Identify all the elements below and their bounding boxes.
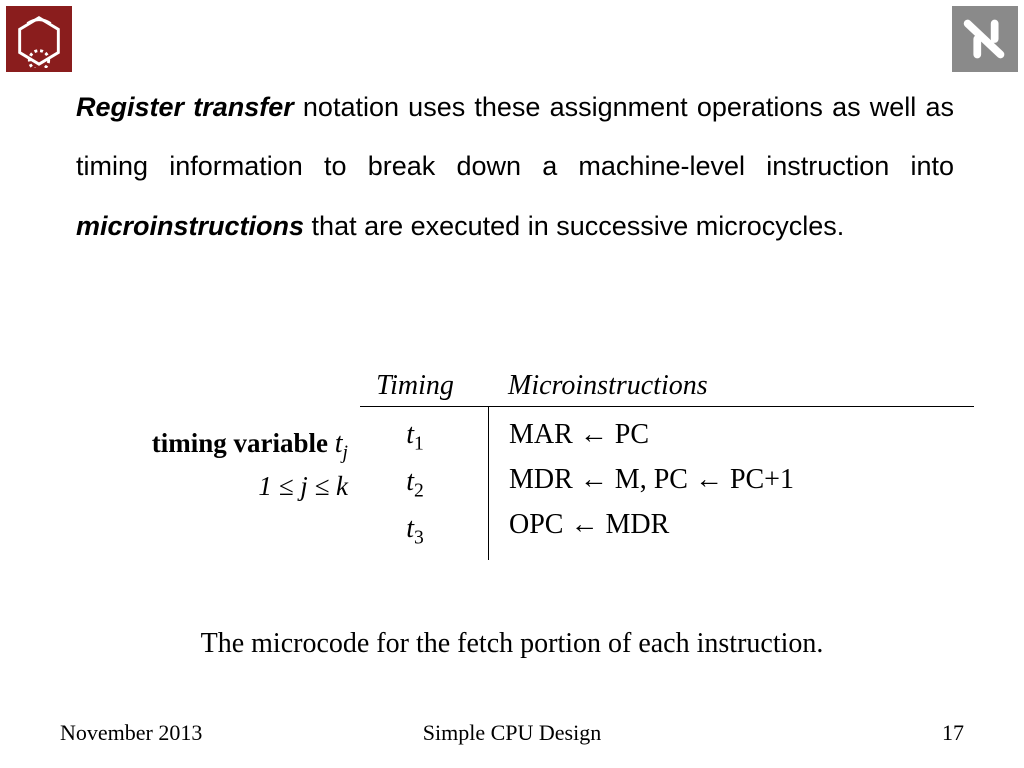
- t1: t1: [360, 413, 470, 460]
- tv-sub: j: [343, 443, 348, 464]
- micro-1: MAR ← PC: [509, 413, 974, 458]
- tv-range: 1 ≤ j ≤ k: [50, 471, 348, 502]
- figure-caption: The microcode for the fetch portion of e…: [0, 628, 1024, 660]
- tv-label: timing variable: [152, 428, 335, 458]
- tv-var: t: [335, 428, 343, 459]
- slide: Register transfer notation uses these as…: [0, 0, 1024, 768]
- term-register-transfer: Register transfer: [76, 92, 294, 122]
- body-paragraph: Register transfer notation uses these as…: [76, 78, 954, 256]
- t2: t2: [360, 460, 470, 507]
- col-microinstructions: MAR ← PC MDR ← M, PC ← PC+1 OPC ← MDR: [489, 407, 974, 560]
- aleph-logo-icon: [952, 6, 1018, 72]
- footer-date: November 2013: [60, 720, 202, 746]
- t3: t3: [360, 507, 470, 554]
- micro-2: MDR ← M, PC ← PC+1: [509, 458, 974, 503]
- timing-variable-label: timing variable tj 1 ≤ j ≤ k: [50, 370, 360, 502]
- slide-footer: November 2013 Simple CPU Design 17: [60, 720, 964, 746]
- footer-page-number: 17: [942, 720, 964, 746]
- term-microinstructions: microinstructions: [76, 211, 304, 241]
- technion-logo-icon: [6, 6, 72, 72]
- paragraph-tail: that are executed in successive microcyc…: [304, 211, 844, 241]
- micro-3: OPC ← MDR: [509, 503, 974, 548]
- col-timing: t1 t2 t3: [360, 407, 489, 560]
- th-microinstructions: Microinstructions: [488, 370, 974, 402]
- th-timing: Timing: [360, 370, 488, 402]
- microcode-table: timing variable tj 1 ≤ j ≤ k Timing Micr…: [50, 370, 974, 560]
